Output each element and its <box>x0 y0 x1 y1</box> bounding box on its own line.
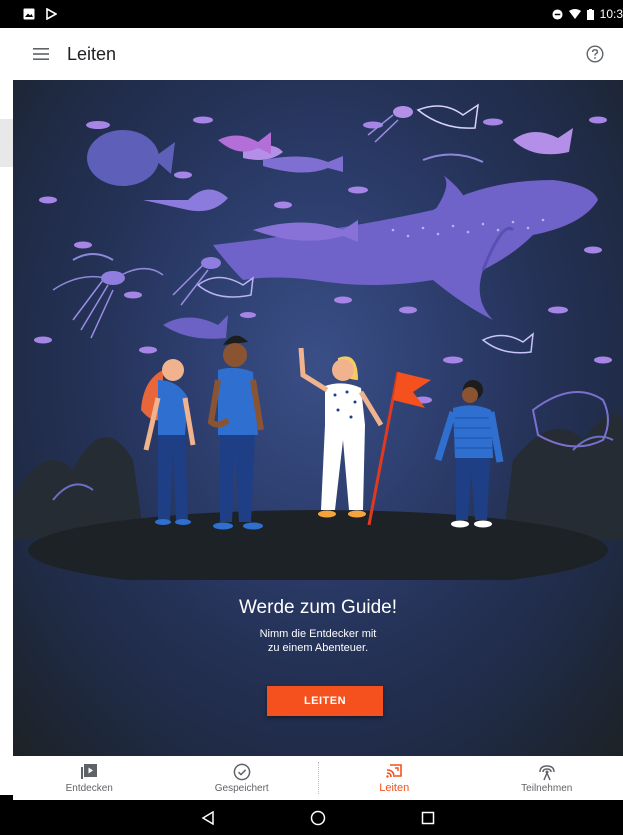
back-triangle-icon <box>201 810 214 825</box>
nav-label: Leiten <box>379 782 410 794</box>
home-button[interactable] <box>306 806 330 830</box>
hero-subtitle-line: Nimm die Entdecker mit <box>259 628 377 640</box>
edge-segment <box>0 795 13 835</box>
nav-item-gespeichert[interactable]: Gespeichert <box>166 756 319 800</box>
broadcast-icon <box>539 764 555 780</box>
hero-subtitle-line: zu einem Abenteuer. <box>267 642 369 654</box>
play-library-icon <box>81 763 98 779</box>
status-left <box>23 8 57 20</box>
nav-item-leiten[interactable]: Leiten <box>318 756 471 800</box>
status-right: 10:3 <box>552 7 623 21</box>
recents-square-icon <box>421 811 435 824</box>
nav-item-entdecken[interactable]: Entdecken <box>13 756 166 800</box>
status-bar: 10:3 <box>13 0 623 28</box>
screen-edge <box>0 0 13 835</box>
help-button[interactable] <box>583 42 607 66</box>
edge-segment <box>0 0 13 28</box>
nav-item-teilnehmen[interactable]: Teilnehmen <box>471 756 623 800</box>
play-store-icon <box>46 8 57 20</box>
hero-title: Werde zum Guide! <box>238 597 398 618</box>
home-circle-icon <box>310 810 326 825</box>
system-navigation-bar <box>13 800 623 835</box>
check-circle-icon <box>233 763 251 780</box>
app-bar: Leiten <box>13 28 623 80</box>
menu-button[interactable] <box>29 42 53 66</box>
status-time: 10:3 <box>599 7 623 21</box>
hamburger-menu-icon <box>33 48 49 60</box>
nav-label: Teilnehmen <box>521 782 573 794</box>
recents-button[interactable] <box>416 806 440 830</box>
main-content: Werde zum Guide! Nimm die Entdecker mit … <box>13 80 623 756</box>
lead-button[interactable]: LEITEN <box>267 686 383 716</box>
battery-icon <box>586 8 594 20</box>
hero-subtitle: Nimm die Entdecker mit zu einem Abenteue… <box>13 627 623 655</box>
do-not-disturb-icon <box>552 8 563 20</box>
device-screen: 10:3 Leiten Werde zum Guide! Nimm die En… <box>13 0 623 835</box>
page-title: Leiten <box>67 43 117 64</box>
edge-segment <box>0 119 13 167</box>
nav-divider <box>318 762 319 794</box>
help-icon <box>586 45 604 63</box>
image-notification-icon <box>23 8 35 20</box>
cast-lead-icon <box>386 764 403 778</box>
bottom-navigation: Entdecken Gespeichert Leiten Teilnehmen <box>13 756 623 800</box>
nav-label: Gespeichert <box>214 782 269 794</box>
aquarium-illustration <box>13 103 623 580</box>
wifi-icon <box>568 9 581 19</box>
nav-label: Entdecken <box>65 782 113 794</box>
back-button[interactable] <box>196 806 220 830</box>
